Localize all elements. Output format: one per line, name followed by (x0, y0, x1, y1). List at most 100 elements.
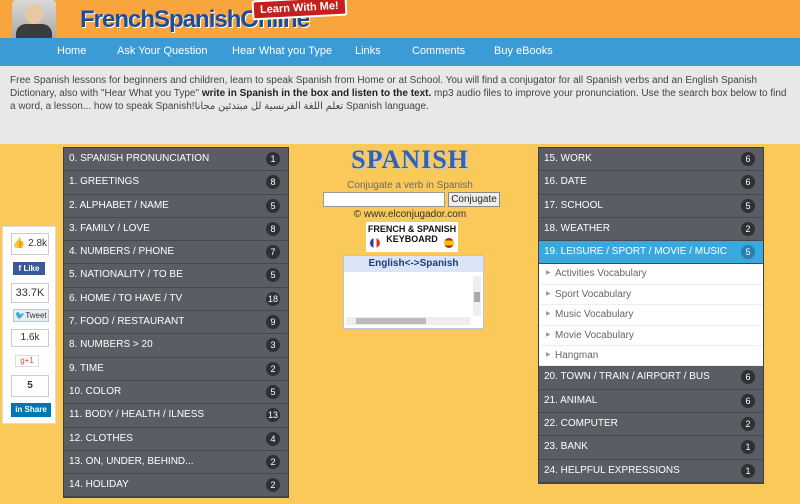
lesson-item[interactable]: 17. SCHOOL 5 (539, 195, 763, 218)
lesson-label: 23. BANK (544, 441, 588, 453)
lesson-item[interactable]: 8. NUMBERS > 20 3 (64, 334, 288, 358)
lesson-label: 2. ALPHABET / NAME (69, 199, 169, 211)
lesson-item[interactable]: 23. BANK 1 (539, 436, 763, 460)
thumbs-up-icon: 👍 (12, 238, 26, 249)
lesson-count-badge: 6 (741, 152, 755, 166)
lesson-item[interactable]: 7. FOOD / RESTAURANT 9 (64, 311, 288, 335)
lesson-label: 0. SPANISH PRONUNCIATION (69, 153, 210, 164)
lesson-item[interactable]: 1. GREETINGS 8 (64, 171, 288, 195)
lesson-label: 21. ANIMAL (544, 394, 598, 406)
nav-home[interactable]: Home (57, 45, 86, 57)
facebook-icon: f (18, 264, 22, 273)
nav-links[interactable]: Links (355, 45, 381, 57)
gplus-button[interactable]: g+1 (15, 355, 39, 367)
lesson-count-badge: 2 (741, 221, 755, 236)
lesson-count-badge: 8 (266, 221, 280, 236)
lesson-item[interactable]: 6. HOME / TO HAVE / TV 18 (64, 288, 288, 312)
lesson-label: 22. COMPUTER (544, 418, 618, 430)
conjugate-label: Conjugate a verb in Spanish (347, 180, 473, 191)
nav-ebooks[interactable]: Buy eBooks (494, 45, 553, 57)
sub-lesson-item[interactable]: Sport Vocabulary (539, 284, 763, 306)
spanish-title: SPANISH (351, 145, 469, 174)
nav-hear[interactable]: Hear What you Type (232, 45, 332, 57)
lesson-count-badge: 5 (266, 268, 280, 283)
lesson-item[interactable]: 18. WEATHER 2 (539, 218, 763, 242)
lesson-count-badge: 5 (266, 384, 280, 399)
nav-ask[interactable]: Ask Your Question (117, 45, 208, 57)
main-nav: Home Ask Your Question Hear What you Typ… (0, 38, 800, 66)
dictionary-box[interactable]: English<->Spanish (343, 255, 484, 329)
lesson-label: 1. GREETINGS (69, 176, 140, 188)
lesson-count-badge: 6 (741, 175, 755, 190)
lesson-count-badge: 5 (266, 198, 280, 213)
lesson-label: 4. NUMBERS / PHONE (69, 246, 175, 258)
lesson-label: 3. FAMILY / LOVE (69, 222, 150, 234)
lesson-list-right: 15. WORK 6 16. DATE 6 17. SCHOOL 5 18. WEATHER… (538, 147, 764, 484)
conjugator-credit[interactable]: © www.elconjugador.com (320, 209, 500, 220)
lesson-item[interactable]: 13. ON, UNDER, BEHIND... 2 (64, 451, 288, 475)
learn-badge: Learn With Me! (251, 0, 348, 21)
lesson-count-badge: 5 (741, 245, 755, 260)
lesson-item[interactable]: 3. FAMILY / LOVE 8 (64, 218, 288, 242)
lesson-item[interactable]: 11. BODY / HEALTH / ILNESS 13 (64, 404, 288, 428)
lesson-label: 8. NUMBERS > 20 (69, 339, 153, 351)
lesson-label: 24. HELPFUL EXPRESSIONS (544, 464, 680, 476)
linkedin-icon: in (15, 405, 23, 414)
fb-count: 👍 2.8k (11, 233, 49, 255)
lesson-count-badge: 3 (266, 338, 280, 353)
lesson-item[interactable]: 22. COMPUTER 2 (539, 413, 763, 437)
conjugate-input[interactable] (323, 192, 445, 207)
lesson-count-badge: 9 (266, 315, 280, 330)
twitter-icon: 🐦 (15, 311, 26, 320)
lesson-count-badge: 7 (266, 245, 280, 260)
lesson-item[interactable]: 16. DATE 6 (539, 171, 763, 195)
lesson-count-badge: 2 (741, 417, 755, 432)
dictionary-vscroll[interactable] (473, 276, 481, 316)
lesson-count-badge: 6 (741, 370, 755, 385)
lesson-item[interactable]: 4. NUMBERS / PHONE 7 (64, 241, 288, 265)
sub-lesson-item[interactable]: Movie Vocabulary (539, 325, 763, 347)
site-header: FrenchSpanishOnline Learn With Me! (0, 0, 800, 38)
lesson-count-badge: 2 (266, 454, 280, 469)
lesson-item[interactable]: 9. TIME 2 (64, 358, 288, 381)
lesson-item[interactable]: 0. SPANISH PRONUNCIATION 1 (64, 148, 288, 172)
lesson-count-badge: 6 (741, 393, 755, 408)
lesson-count-badge: 1 (741, 463, 755, 478)
conjugate-button[interactable]: Conjugate (448, 192, 500, 207)
twitter-count: 33.7K (11, 283, 49, 303)
lesson-label: 12. CLOTHES (69, 432, 133, 444)
lesson-item[interactable]: 21. ANIMAL 6 (539, 390, 763, 414)
lesson-count-badge: 8 (266, 175, 280, 190)
linkedin-share-button[interactable]: in Share (11, 403, 51, 417)
lesson-item[interactable]: 10. COLOR 5 (64, 381, 288, 405)
social-sidebar: 👍 2.8k f Like 33.7K 🐦Tweet 1.6k g+1 5 in… (2, 226, 56, 424)
keyboard-link[interactable]: FRENCH & SPANISH KEYBOARD (366, 222, 458, 252)
lesson-label: 6. HOME / TO HAVE / TV (69, 292, 183, 304)
lesson-label: 13. ON, UNDER, BEHIND... (69, 455, 194, 467)
lesson-item[interactable]: 5. NATIONALITY / TO BE 5 (64, 264, 288, 288)
nav-comments[interactable]: Comments (412, 45, 465, 57)
facebook-like-button[interactable]: f Like (13, 262, 45, 275)
lesson-item[interactable]: 14. HOLIDAY 2 (64, 474, 288, 498)
lesson-label: 16. DATE (544, 176, 587, 188)
tweet-button[interactable]: 🐦Tweet (13, 309, 49, 322)
lesson-item[interactable]: 24. HELPFUL EXPRESSIONS 1 (539, 460, 763, 483)
dictionary-title: English<->Spanish (344, 256, 483, 272)
lesson-label: 14. HOLIDAY (69, 479, 129, 491)
sub-lesson-item[interactable]: Activities Vocabulary (539, 264, 763, 285)
lesson-item[interactable]: 15. WORK 6 (539, 148, 763, 172)
dictionary-hscroll[interactable] (346, 317, 470, 325)
lesson-label: 18. WEATHER (544, 222, 610, 234)
lesson-count-badge: 1 (741, 440, 755, 455)
sub-lesson-item[interactable]: Music Vocabulary (539, 305, 763, 326)
sub-lesson-item[interactable]: Hangman (539, 346, 763, 367)
lesson-item[interactable]: 19. LEISURE / SPORT / MOVIE / MUSIC 5 (539, 241, 763, 265)
lesson-list-left: 0. SPANISH PRONUNCIATION 1 1. GREETINGS 8 2.… (63, 147, 289, 499)
lesson-item[interactable]: 20. TOWN / TRAIN / AIRPORT / BUS 6 (539, 366, 763, 390)
lesson-label: 17. SCHOOL (544, 199, 603, 211)
gplus-count: 1.6k (11, 329, 49, 347)
lesson-count-badge: 1 (266, 152, 280, 166)
lesson-label: 19. LEISURE / SPORT / MOVIE / MUSIC (544, 246, 728, 258)
lesson-item[interactable]: 2. ALPHABET / NAME 5 (64, 195, 288, 218)
lesson-item[interactable]: 12. CLOTHES 4 (64, 428, 288, 451)
